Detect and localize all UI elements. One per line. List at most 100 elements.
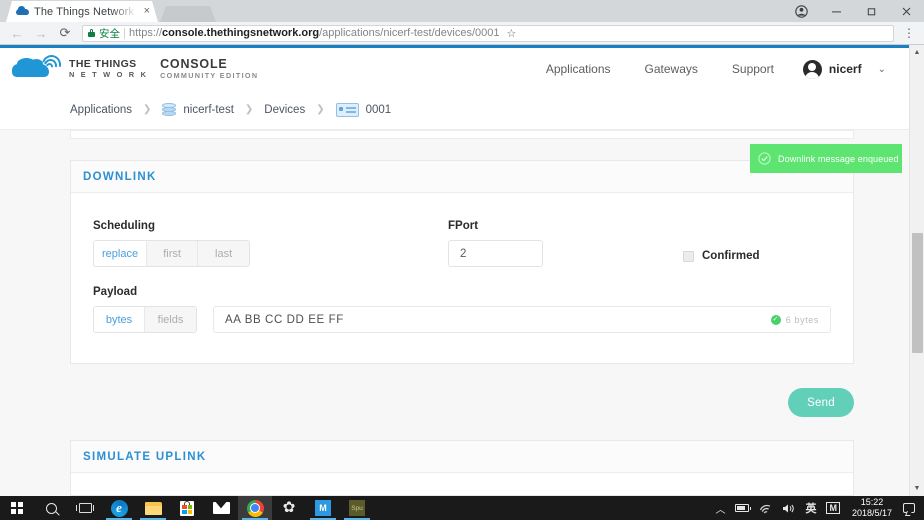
task-view-button[interactable] bbox=[68, 496, 102, 520]
fport-label: FPort bbox=[448, 220, 683, 232]
payload-mode-fields[interactable]: fields bbox=[145, 307, 196, 332]
task-view-icon bbox=[79, 503, 92, 513]
tab-strip: The Things Network Co × bbox=[0, 0, 924, 22]
status-toast: Downlink message enqueued bbox=[750, 144, 902, 173]
bookmark-star-icon[interactable]: ☆ bbox=[504, 27, 517, 40]
confirmed-checkbox-row[interactable]: Confirmed bbox=[683, 250, 760, 262]
scroll-up-arrow-icon[interactable]: ▲ bbox=[910, 45, 924, 60]
olive-app-button[interactable]: Spu bbox=[340, 496, 374, 520]
payload-input[interactable]: AA BB CC DD EE FF ✓ 6 bytes bbox=[213, 306, 831, 333]
notification-icon[interactable] bbox=[903, 503, 915, 513]
simulate-uplink-title: SIMULATE UPLINK bbox=[83, 451, 206, 463]
breadcrumb-separator: ❯ bbox=[245, 104, 253, 115]
nav-item-gateways[interactable]: Gateways bbox=[628, 62, 715, 76]
search-button[interactable] bbox=[34, 496, 68, 520]
confirmed-checkbox[interactable] bbox=[683, 251, 694, 262]
clock-time: 15:22 bbox=[852, 497, 892, 508]
store-icon bbox=[180, 501, 194, 516]
breadcrumb-label: 0001 bbox=[366, 104, 392, 116]
forward-button[interactable]: → bbox=[30, 23, 52, 43]
send-button[interactable]: Send bbox=[788, 388, 854, 417]
downlink-title: DOWNLINK bbox=[83, 171, 157, 183]
store-button[interactable] bbox=[170, 496, 204, 520]
url-path: /applications/nicerf-test/devices/0001 bbox=[319, 27, 499, 39]
confirmed-label: Confirmed bbox=[702, 250, 760, 262]
payload-row: bytes fields AA BB CC DD EE FF ✓ 6 bytes bbox=[93, 306, 831, 333]
battery-icon[interactable] bbox=[730, 504, 754, 512]
security-label: 安全 bbox=[99, 26, 120, 41]
back-button[interactable]: ← bbox=[6, 23, 28, 43]
brand-line1: THE THINGS bbox=[69, 58, 148, 70]
scheduling-option-last[interactable]: last bbox=[198, 241, 249, 266]
edition-label: COMMUNITY EDITION bbox=[160, 71, 258, 81]
nav-item-applications[interactable]: Applications bbox=[529, 62, 628, 76]
breadcrumb-item-application[interactable]: nicerf-test bbox=[162, 103, 234, 116]
taskbar: e ✿ M Spu ︿ 英 M 15:22 bbox=[0, 496, 924, 520]
console-label: CONSOLE bbox=[160, 58, 258, 71]
breadcrumb-item-devices[interactable]: Devices bbox=[264, 104, 305, 116]
chrome-icon bbox=[247, 500, 264, 517]
fport-field: FPort 2 bbox=[448, 220, 683, 267]
user-menu[interactable]: nicerf bbox=[791, 60, 862, 79]
breadcrumb-item-applications[interactable]: Applications bbox=[70, 104, 132, 116]
minimize-button[interactable] bbox=[819, 0, 854, 22]
payload-field: Payload bytes fields AA BB CC DD EE FF ✓ bbox=[93, 286, 831, 333]
address-bar[interactable]: 安全 https://console.thethingsnetwork.org/… bbox=[82, 25, 894, 42]
app-icon: Spu bbox=[349, 500, 365, 516]
downlink-card: DOWNLINK Scheduling replace first last bbox=[70, 160, 854, 364]
payload-mode-bytes[interactable]: bytes bbox=[94, 307, 145, 332]
nav-item-support[interactable]: Support bbox=[715, 62, 791, 76]
send-row: Send bbox=[70, 388, 854, 417]
edge-button[interactable]: e bbox=[102, 496, 136, 520]
volume-icon[interactable] bbox=[777, 503, 800, 514]
profile-icon[interactable] bbox=[784, 0, 819, 22]
divider bbox=[124, 28, 125, 39]
scheduling-segmented-control: replace first last bbox=[93, 240, 250, 267]
page-scrollbar[interactable]: ▲ ▼ bbox=[909, 45, 924, 496]
wifi-icon[interactable] bbox=[754, 503, 777, 514]
downlink-top-row: Scheduling replace first last FPort 2 bbox=[93, 220, 831, 267]
maximize-button[interactable] bbox=[854, 0, 889, 22]
clock[interactable]: 15:22 2018/5/17 bbox=[845, 497, 899, 519]
avatar bbox=[803, 60, 822, 79]
tab-title: The Things Network Co bbox=[34, 6, 137, 18]
breadcrumb-item-device[interactable]: 0001 bbox=[336, 103, 392, 117]
byte-count-label: 6 bytes bbox=[786, 315, 819, 325]
brand[interactable]: THE THINGS N E T W O R K CONSOLE COMMUNI… bbox=[12, 56, 258, 82]
file-explorer-button[interactable] bbox=[136, 496, 170, 520]
blue-app-button[interactable]: M bbox=[306, 496, 340, 520]
new-tab-ghost[interactable] bbox=[160, 6, 216, 22]
chrome-button[interactable] bbox=[238, 496, 272, 520]
close-button[interactable] bbox=[889, 0, 924, 22]
tray-overflow-icon[interactable]: ︿ bbox=[710, 501, 730, 516]
breadcrumb-label: Applications bbox=[70, 104, 132, 116]
scrollbar-thumb[interactable] bbox=[912, 233, 923, 353]
browser-tab-active[interactable]: The Things Network Co × bbox=[6, 1, 158, 22]
scroll-down-arrow-icon[interactable]: ▼ bbox=[910, 481, 924, 496]
check-circle-icon: ✓ bbox=[771, 315, 781, 325]
toast-message: Downlink message enqueued bbox=[778, 154, 899, 164]
ime-mode-icon[interactable]: M bbox=[821, 502, 845, 514]
settings-button[interactable]: ✿ bbox=[272, 496, 306, 520]
top-navigation: Applications Gateways Support nicerf ⌄ bbox=[529, 60, 894, 79]
folder-icon bbox=[145, 502, 162, 515]
breadcrumb-separator: ❯ bbox=[316, 104, 324, 115]
scheduling-label: Scheduling bbox=[93, 220, 448, 232]
page-viewport: THE THINGS N E T W O R K CONSOLE COMMUNI… bbox=[0, 45, 924, 496]
brand-line2: N E T W O R K bbox=[69, 70, 148, 80]
simulate-uplink-card: SIMULATE UPLINK bbox=[70, 440, 854, 496]
close-icon[interactable]: × bbox=[142, 5, 152, 18]
start-button[interactable] bbox=[0, 496, 34, 520]
scheduling-field: Scheduling replace first last bbox=[93, 220, 448, 267]
scheduling-option-replace[interactable]: replace bbox=[94, 241, 147, 266]
edge-icon: e bbox=[111, 500, 128, 517]
scheduling-option-first[interactable]: first bbox=[147, 241, 198, 266]
window-controls bbox=[784, 0, 924, 22]
lock-icon bbox=[88, 29, 95, 37]
ime-language-icon[interactable]: 英 bbox=[800, 500, 821, 516]
reload-button[interactable]: ⟳ bbox=[54, 23, 76, 43]
mail-button[interactable] bbox=[204, 496, 238, 520]
browser-menu-icon[interactable]: ⋮ bbox=[900, 27, 918, 39]
chevron-down-icon[interactable]: ⌄ bbox=[862, 64, 894, 75]
fport-input[interactable]: 2 bbox=[448, 240, 543, 267]
